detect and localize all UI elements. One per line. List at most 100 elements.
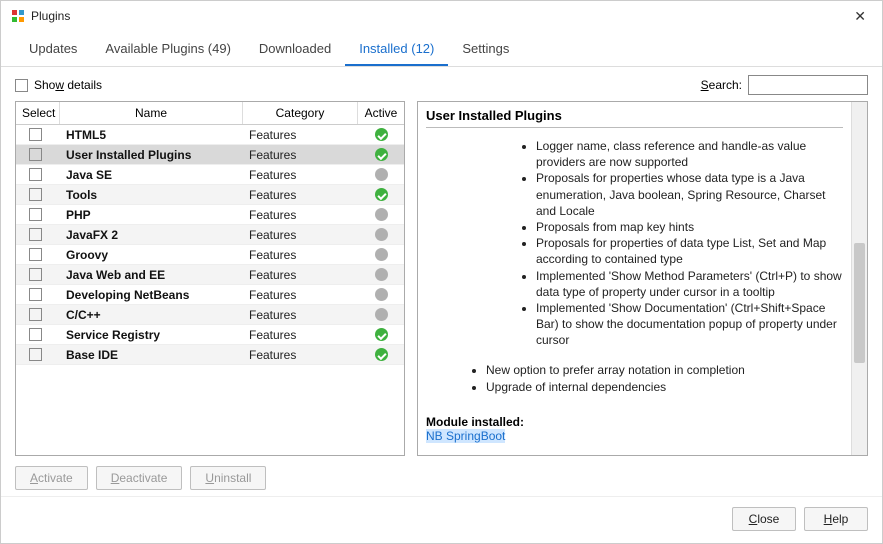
bullet-item: Proposals from map key hints bbox=[536, 219, 843, 235]
row-checkbox[interactable] bbox=[29, 168, 42, 181]
plugins-window: Plugins ✕ Updates Available Plugins (49)… bbox=[0, 0, 883, 544]
table-row[interactable]: Java SEFeatures bbox=[16, 165, 404, 185]
row-name: Base IDE bbox=[60, 348, 243, 362]
bullet-item: Logger name, class reference and handle-… bbox=[536, 138, 843, 170]
row-name: PHP bbox=[60, 208, 243, 222]
active-icon bbox=[375, 148, 388, 161]
active-icon bbox=[375, 228, 388, 241]
col-active[interactable]: Active bbox=[358, 102, 404, 124]
table-row[interactable]: C/C++Features bbox=[16, 305, 404, 325]
active-icon bbox=[375, 268, 388, 281]
table-row[interactable]: Base IDEFeatures bbox=[16, 345, 404, 365]
row-name: Tools bbox=[60, 188, 243, 202]
row-name: Developing NetBeans bbox=[60, 288, 243, 302]
active-icon bbox=[375, 128, 388, 141]
row-category: Features bbox=[243, 308, 358, 322]
action-buttons: Activate Deactivate Uninstall bbox=[1, 462, 882, 492]
main: Select Name Category Active HTML5Feature… bbox=[1, 101, 882, 462]
row-category: Features bbox=[243, 128, 358, 142]
table-row[interactable]: GroovyFeatures bbox=[16, 245, 404, 265]
bullet-item: Upgrade of internal dependencies bbox=[486, 379, 843, 395]
module-link[interactable]: NB SpringBoot bbox=[426, 429, 505, 443]
row-category: Features bbox=[243, 268, 358, 282]
active-icon bbox=[375, 308, 388, 321]
scrollbar-thumb[interactable] bbox=[854, 243, 865, 363]
row-checkbox[interactable] bbox=[29, 188, 42, 201]
bullet-item: Implemented 'Show Method Parameters' (Ct… bbox=[536, 268, 843, 300]
window-title: Plugins bbox=[31, 9, 848, 23]
deactivate-button[interactable]: Deactivate bbox=[96, 466, 183, 490]
row-name: Java SE bbox=[60, 168, 243, 182]
row-checkbox[interactable] bbox=[29, 148, 42, 161]
row-name: JavaFX 2 bbox=[60, 228, 243, 242]
row-checkbox[interactable] bbox=[29, 228, 42, 241]
row-category: Features bbox=[243, 208, 358, 222]
active-icon bbox=[375, 208, 388, 221]
details-content: User Installed Plugins Logger name, clas… bbox=[418, 102, 851, 455]
col-name[interactable]: Name bbox=[60, 102, 243, 124]
details-title: User Installed Plugins bbox=[426, 108, 843, 128]
table-header: Select Name Category Active bbox=[16, 102, 404, 125]
active-icon bbox=[375, 328, 388, 341]
footer: Close Help bbox=[1, 496, 882, 543]
titlebar: Plugins ✕ bbox=[1, 1, 882, 31]
row-checkbox[interactable] bbox=[29, 208, 42, 221]
row-checkbox[interactable] bbox=[29, 128, 42, 141]
splitter[interactable] bbox=[409, 101, 413, 456]
table-row[interactable]: Developing NetBeansFeatures bbox=[16, 285, 404, 305]
active-icon bbox=[375, 348, 388, 361]
table-row[interactable]: Java Web and EEFeatures bbox=[16, 265, 404, 285]
row-checkbox[interactable] bbox=[29, 308, 42, 321]
row-name: Groovy bbox=[60, 248, 243, 262]
show-details-label: Show details bbox=[34, 78, 701, 92]
table-row[interactable]: PHPFeatures bbox=[16, 205, 404, 225]
app-icon bbox=[11, 9, 25, 23]
tab-installed[interactable]: Installed (12) bbox=[345, 31, 448, 66]
bullet-item: New option to prefer array notation in c… bbox=[486, 362, 843, 378]
row-category: Features bbox=[243, 248, 358, 262]
row-checkbox[interactable] bbox=[29, 268, 42, 281]
plugins-table: Select Name Category Active HTML5Feature… bbox=[15, 101, 405, 456]
row-category: Features bbox=[243, 228, 358, 242]
col-select[interactable]: Select bbox=[16, 102, 60, 124]
search-label: Search: bbox=[701, 78, 742, 92]
module-installed-label: Module installed: bbox=[426, 415, 843, 429]
scrollbar[interactable] bbox=[851, 102, 867, 455]
row-category: Features bbox=[243, 168, 358, 182]
show-details-checkbox[interactable] bbox=[15, 79, 28, 92]
uninstall-button[interactable]: Uninstall bbox=[190, 466, 266, 490]
table-body: HTML5FeaturesUser Installed PluginsFeatu… bbox=[16, 125, 404, 455]
tab-settings[interactable]: Settings bbox=[448, 31, 523, 66]
row-checkbox[interactable] bbox=[29, 328, 42, 341]
table-row[interactable]: ToolsFeatures bbox=[16, 185, 404, 205]
row-category: Features bbox=[243, 188, 358, 202]
active-icon bbox=[375, 168, 388, 181]
close-button[interactable]: Close bbox=[732, 507, 796, 531]
details-bullets: Logger name, class reference and handle-… bbox=[426, 138, 843, 395]
row-category: Features bbox=[243, 328, 358, 342]
active-icon bbox=[375, 248, 388, 261]
activate-button[interactable]: Activate bbox=[15, 466, 88, 490]
table-row[interactable]: User Installed PluginsFeatures bbox=[16, 145, 404, 165]
search-input[interactable] bbox=[748, 75, 868, 95]
row-name: C/C++ bbox=[60, 308, 243, 322]
row-name: User Installed Plugins bbox=[60, 148, 243, 162]
close-icon[interactable]: ✕ bbox=[848, 6, 872, 27]
row-checkbox[interactable] bbox=[29, 248, 42, 261]
row-checkbox[interactable] bbox=[29, 348, 42, 361]
tab-updates[interactable]: Updates bbox=[15, 31, 91, 66]
table-row[interactable]: JavaFX 2Features bbox=[16, 225, 404, 245]
bullets-inner: Logger name, class reference and handle-… bbox=[536, 138, 843, 348]
tabbar: Updates Available Plugins (49) Downloade… bbox=[1, 31, 882, 67]
tab-available[interactable]: Available Plugins (49) bbox=[91, 31, 245, 66]
row-checkbox[interactable] bbox=[29, 288, 42, 301]
details-panel: User Installed Plugins Logger name, clas… bbox=[417, 101, 868, 456]
topbar: Show details Search: bbox=[1, 67, 882, 101]
table-row[interactable]: Service RegistryFeatures bbox=[16, 325, 404, 345]
table-row[interactable]: HTML5Features bbox=[16, 125, 404, 145]
tab-downloaded[interactable]: Downloaded bbox=[245, 31, 345, 66]
bullet-item: Implemented 'Show Documentation' (Ctrl+S… bbox=[536, 300, 843, 349]
col-category[interactable]: Category bbox=[243, 102, 358, 124]
row-name: Java Web and EE bbox=[60, 268, 243, 282]
help-button[interactable]: Help bbox=[804, 507, 868, 531]
